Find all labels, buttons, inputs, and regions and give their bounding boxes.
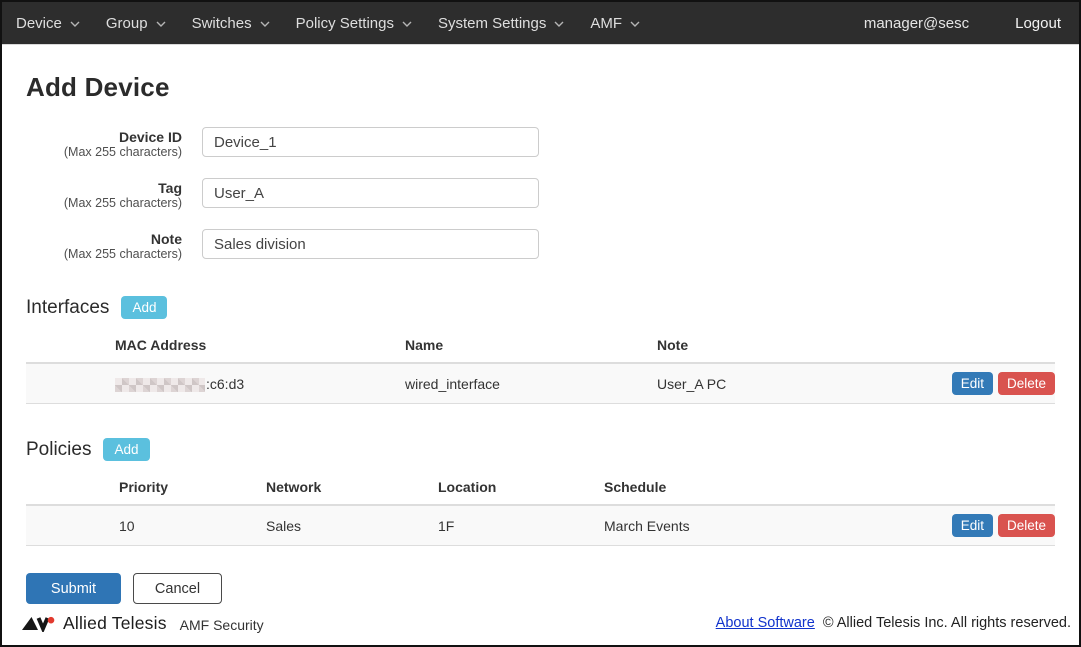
- nav-item-label: Switches: [192, 15, 252, 32]
- nav-item-policy-settings[interactable]: Policy Settings: [296, 15, 412, 32]
- note-label: Note: [26, 231, 182, 247]
- col-schedule: Schedule: [604, 471, 923, 504]
- about-software-link[interactable]: About Software: [716, 615, 815, 631]
- footer: Allied Telesis AMF Security About Softwa…: [2, 609, 1079, 645]
- chevron-down-icon: [554, 21, 564, 27]
- interfaces-title: Interfaces: [26, 297, 109, 319]
- nav-item-switches[interactable]: Switches: [192, 15, 270, 32]
- top-navbar: Device Group Switches Policy Settings Sy…: [2, 2, 1079, 45]
- device-id-field[interactable]: [202, 127, 539, 157]
- interfaces-section: Interfaces Add MAC Address Name Note :c6…: [26, 296, 1055, 404]
- redacted-mac-prefix: [115, 378, 205, 392]
- device-id-hint: (Max 255 characters): [26, 145, 182, 160]
- policies-table-header: Priority Network Location Schedule: [26, 471, 1055, 506]
- device-id-label: Device ID: [26, 129, 182, 145]
- form-row-device-id: Device ID (Max 255 characters): [26, 127, 1055, 160]
- form-row-tag: Tag (Max 255 characters): [26, 178, 1055, 211]
- interfaces-add-button[interactable]: Add: [121, 296, 167, 319]
- policies-section: Policies Add Priority Network Location S…: [26, 438, 1055, 546]
- interfaces-table-header: MAC Address Name Note: [26, 329, 1055, 364]
- nav-item-device[interactable]: Device: [16, 15, 80, 32]
- form-row-note: Note (Max 255 characters): [26, 229, 1055, 262]
- nav-item-system-settings[interactable]: System Settings: [438, 15, 564, 32]
- chevron-down-icon: [156, 21, 166, 27]
- col-mac-address: MAC Address: [115, 329, 405, 362]
- policy-priority-value: 10: [119, 510, 266, 542]
- submit-button[interactable]: Submit: [26, 573, 121, 604]
- form-actions: Submit Cancel: [26, 573, 1055, 604]
- brand-name: Allied Telesis: [63, 613, 167, 634]
- policies-add-button[interactable]: Add: [103, 438, 149, 461]
- policy-schedule-value: March Events: [604, 510, 923, 542]
- interface-note-value: User_A PC: [657, 368, 923, 400]
- note-field[interactable]: [202, 229, 539, 259]
- col-priority: Priority: [119, 471, 266, 504]
- policies-title: Policies: [26, 439, 91, 461]
- policy-location-value: 1F: [438, 510, 604, 542]
- interface-edit-button[interactable]: Edit: [952, 372, 993, 395]
- table-row: :c6:d3 wired_interface User_A PC Edit De…: [26, 364, 1055, 404]
- logout-button[interactable]: Logout: [1015, 15, 1061, 32]
- interfaces-table: MAC Address Name Note :c6:d3 wired_inter…: [26, 329, 1055, 404]
- nav-item-label: Group: [106, 15, 148, 32]
- col-network: Network: [266, 471, 438, 504]
- col-name: Name: [405, 329, 657, 362]
- cancel-button[interactable]: Cancel: [133, 573, 222, 604]
- interface-delete-button[interactable]: Delete: [998, 372, 1055, 395]
- chevron-down-icon: [260, 21, 270, 27]
- page-title: Add Device: [26, 72, 1055, 103]
- main-content: Add Device Device ID (Max 255 characters…: [2, 45, 1079, 609]
- mac-address-value: :c6:d3: [115, 368, 405, 400]
- policy-delete-button[interactable]: Delete: [998, 514, 1055, 537]
- policy-edit-button[interactable]: Edit: [952, 514, 993, 537]
- add-device-form: Device ID (Max 255 characters) Tag (Max …: [26, 127, 1055, 262]
- product-name: AMF Security: [180, 614, 264, 633]
- chevron-down-icon: [630, 21, 640, 27]
- policies-table: Priority Network Location Schedule 10 Sa…: [26, 471, 1055, 546]
- note-hint: (Max 255 characters): [26, 247, 182, 262]
- allied-telesis-logo-icon: [22, 615, 55, 632]
- col-location: Location: [438, 471, 604, 504]
- chevron-down-icon: [70, 21, 80, 27]
- nav-menu: Device Group Switches Policy Settings Sy…: [16, 15, 640, 32]
- interface-name-value: wired_interface: [405, 368, 657, 400]
- tag-field[interactable]: [202, 178, 539, 208]
- nav-item-label: AMF: [590, 15, 622, 32]
- copyright-text: © Allied Telesis Inc. All rights reserve…: [823, 615, 1071, 631]
- user-account-label: manager@sesc: [864, 15, 969, 32]
- nav-account-area: manager@sesc Logout: [864, 15, 1061, 32]
- nav-item-group[interactable]: Group: [106, 15, 166, 32]
- app-window: Device Group Switches Policy Settings Sy…: [2, 2, 1079, 645]
- nav-item-label: Device: [16, 15, 62, 32]
- policy-network-value: Sales: [266, 510, 438, 542]
- nav-item-amf[interactable]: AMF: [590, 15, 640, 32]
- nav-item-label: Policy Settings: [296, 15, 394, 32]
- table-row: 10 Sales 1F March Events Edit Delete: [26, 506, 1055, 546]
- tag-label: Tag: [26, 180, 182, 196]
- tag-hint: (Max 255 characters): [26, 196, 182, 211]
- chevron-down-icon: [402, 21, 412, 27]
- nav-item-label: System Settings: [438, 15, 546, 32]
- col-note: Note: [657, 329, 923, 362]
